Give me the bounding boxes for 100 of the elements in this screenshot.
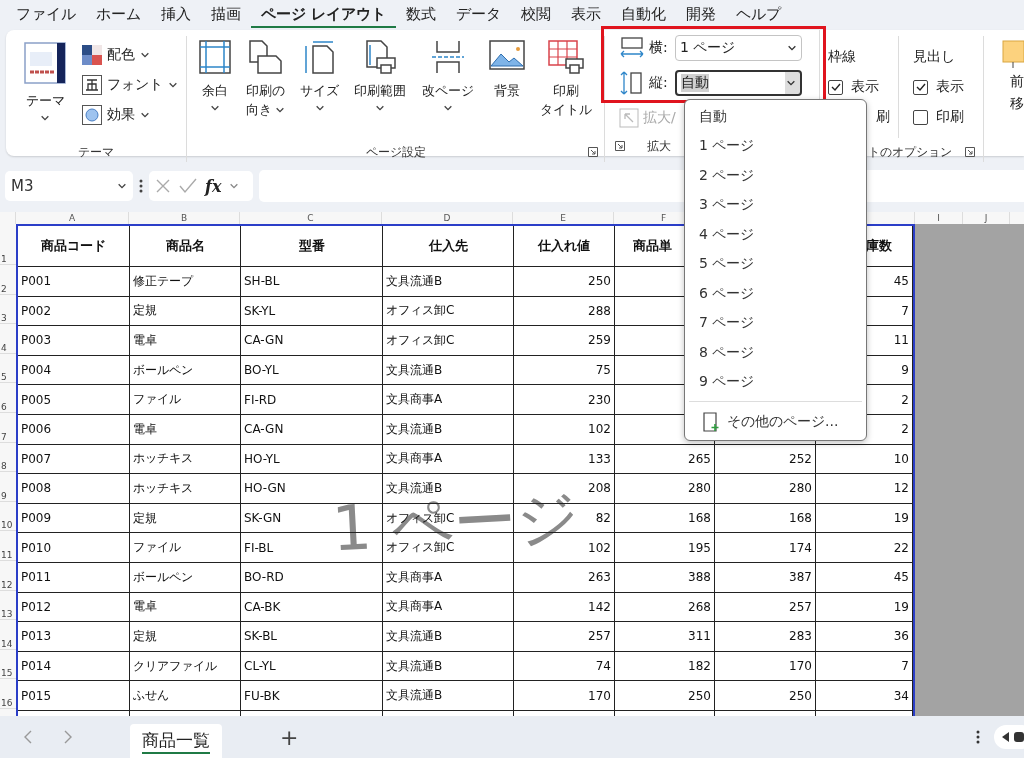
name-box[interactable]: M3 (5, 171, 133, 201)
table-cell: 142 (588, 599, 611, 614)
table-cell: 387 (789, 570, 812, 585)
table-cell: P012 (21, 599, 52, 614)
menu-item[interactable]: 7 ページ (685, 308, 866, 338)
more-options-icon[interactable] (976, 730, 980, 744)
table-cell: ホッチキス (133, 450, 193, 468)
ribbon-menu-button[interactable]: フォント (80, 70, 180, 100)
table-cell: FI-RD (244, 392, 277, 407)
dialog-launcher-icon[interactable] (965, 147, 975, 157)
effects-icon (82, 105, 102, 125)
menu-item[interactable]: 2 ページ (685, 161, 866, 191)
ribbon-button-label[interactable]: 移 (1010, 92, 1024, 114)
menu-tab[interactable]: 数式 (396, 0, 447, 28)
row-number: 9 (1, 490, 7, 501)
ribbon-button[interactable]: 印刷 タイトル (536, 36, 597, 142)
table-cell: 195 (688, 540, 711, 555)
row-number: 16 (1, 697, 13, 708)
row-number: 7 (1, 431, 7, 442)
menu-tab[interactable]: 表示 (561, 0, 612, 28)
table-cell: 文具流通B (386, 687, 443, 705)
table-cell: 34 (893, 688, 909, 703)
sheet-tab[interactable]: 商品一覧 (130, 724, 222, 758)
table-cell-text: オフィス卸C (386, 540, 455, 557)
ribbon-button-label[interactable]: 前 (1010, 70, 1024, 92)
table-cell: 230 (588, 392, 611, 407)
ribbon-button[interactable]: 印刷範囲 (350, 36, 411, 142)
ribbon-menu-button[interactable]: 配色 (80, 40, 180, 70)
table-cell: 9 (901, 363, 909, 378)
add-sheet-button[interactable]: + (274, 724, 305, 750)
table-cell: SK-BL (244, 629, 278, 644)
scroll-left-icon[interactable] (994, 725, 1024, 749)
table-cell: 170 (588, 688, 611, 703)
checkbox[interactable]: 印刷 (913, 102, 964, 132)
table-cell: ホッチキス (133, 479, 193, 497)
table-cell: SK-YL (244, 303, 276, 318)
table-cell: SH-BL (244, 274, 280, 289)
row-number: 12 (1, 579, 13, 590)
table-cell: 文具商事A (386, 450, 443, 468)
ribbon-menu-button[interactable]: 効果 (80, 100, 180, 130)
checkbox-label: 刷 (875, 107, 890, 126)
theme-button[interactable]: テーマ (16, 38, 74, 142)
ribbon-button[interactable]: サイズ (296, 36, 344, 142)
font-icon (82, 75, 102, 95)
dialog-launcher-icon[interactable] (615, 141, 625, 151)
table-cell: P004 (21, 363, 52, 378)
group-label: テーマ (77, 143, 115, 161)
menu-tab[interactable]: 開発 (676, 0, 727, 28)
menu-item[interactable]: その他のページ... (685, 406, 866, 438)
row-number: 10 (1, 520, 13, 531)
table-cell: P013 (21, 629, 52, 644)
table-cell: CA-BK (244, 599, 281, 614)
menu-item[interactable]: 5 ページ (685, 249, 866, 279)
menu-item[interactable]: 8 ページ (685, 338, 866, 368)
ribbon-button[interactable]: 背景 (485, 36, 530, 142)
menu-tab[interactable]: ホーム (86, 0, 151, 28)
menu-tab[interactable]: 自動化 (611, 0, 677, 28)
table-cell: 250 (588, 274, 611, 289)
table-cell: 250 (789, 688, 812, 703)
menu-item[interactable]: 1 ページ (685, 131, 866, 161)
insert-function-button[interactable]: fx (205, 176, 222, 196)
table-cell: 電卓 (133, 598, 157, 616)
ribbon-button[interactable]: 印刷の 向き (241, 36, 289, 142)
ribbon-button[interactable]: 改ページ (417, 36, 478, 142)
menu-tab[interactable]: データ (446, 0, 512, 28)
table-cell: 文具商事A (386, 598, 443, 616)
table-cell: 168 (789, 511, 812, 526)
table-cell: P009 (21, 511, 52, 526)
table-cell: オフィス卸C (386, 302, 455, 320)
ribbon-button[interactable]: 余白 (194, 36, 235, 142)
caret-icon (140, 50, 150, 60)
more-options-icon[interactable] (139, 179, 143, 193)
table-cell: 250 (688, 688, 711, 703)
menu-tab[interactable]: ヘルプ (726, 0, 792, 28)
table-cell: 208 (588, 481, 611, 496)
table-cell: 7 (901, 659, 909, 673)
menu-tab[interactable]: ファイル (6, 0, 86, 28)
group-label: 拡大 (647, 137, 671, 155)
menu-tab[interactable]: 描画 (201, 0, 251, 28)
table-cell: FU-BK (244, 688, 280, 703)
dropdown-field[interactable]: 1 ページ (675, 34, 802, 61)
table-cell: 280 (789, 481, 812, 496)
menu-tab[interactable]: ページ レイアウト (251, 0, 397, 28)
table-cell: 7 (901, 303, 909, 318)
row-number: 5 (1, 372, 7, 383)
menu-item[interactable]: 9 ページ (685, 367, 866, 397)
checkbox[interactable]: 表示 (913, 72, 964, 102)
row-number: 4 (1, 342, 7, 353)
menu-tab[interactable]: 校閲 (511, 0, 562, 28)
table-cell: P015 (21, 688, 52, 703)
row-number: 13 (1, 609, 13, 620)
dropdown-field[interactable]: 自動 (675, 69, 802, 96)
menu-tab[interactable]: 挿入 (151, 0, 201, 28)
menu-item[interactable]: 自動 (685, 102, 866, 132)
table-cell: ファイル (133, 539, 181, 557)
table-cell: 263 (588, 570, 611, 585)
dialog-launcher-icon[interactable] (588, 147, 598, 157)
table-cell: ファイル (133, 391, 181, 409)
table-cell: P005 (21, 392, 52, 407)
menu-item[interactable]: 6 ページ (685, 279, 866, 309)
